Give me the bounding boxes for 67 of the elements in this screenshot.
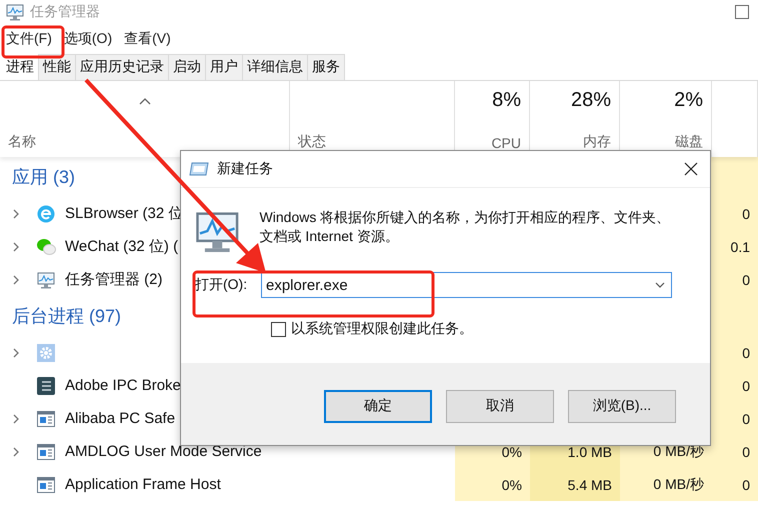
usage-percent: 2% [674,89,703,112]
chevron-down-icon[interactable] [655,280,665,290]
column-header[interactable]: 状态 [298,133,326,151]
chevron-right-icon[interactable] [11,414,21,424]
menu-item[interactable]: 查看(V) [124,30,171,48]
process-name: 任务管理器 (2) [65,270,162,289]
window-app-icon [37,476,55,492]
table-cell [712,157,758,197]
chevron-right-icon[interactable] [11,208,21,218]
tab[interactable]: 启动 [168,54,206,80]
sort-caret-icon[interactable] [138,97,150,105]
table-cell: 0% [455,468,530,501]
menu-item[interactable]: 选项(O) [64,30,112,48]
process-name: Application Frame Host [65,476,221,493]
column-header[interactable]: 内存 [583,133,611,151]
tab[interactable]: 用户 [205,54,243,80]
table-cell: 0 [712,369,758,402]
gear-icon [37,344,55,362]
open-label: 打开(O): [195,276,248,294]
tab[interactable]: 应用历史记录 [75,54,169,80]
highlight-frame [2,26,64,58]
process-name: Alibaba PC Safe [65,410,176,427]
group-heading: 后台进程 (97) [11,305,122,328]
close-icon[interactable] [684,162,698,176]
stacked-pages-icon [37,376,55,394]
table-cell: 0 MB/秒 [620,468,712,501]
table-cell: 0 [712,197,758,230]
window-title: 任务管理器 [30,3,100,21]
column-header[interactable]: 磁盘 [675,133,703,151]
checkbox-label: 以系统管理权限创建此任务。 [291,320,473,338]
process-name: Adobe IPC Broke [65,377,181,394]
run-window-icon [189,161,209,177]
table-cell: 0.1 [712,230,758,263]
table-cell: 0 [712,336,758,369]
menu-item[interactable]: 文件(F) [6,30,52,48]
column-header[interactable]: CPU [491,135,521,151]
dialog-button[interactable]: 确定 [324,390,432,422]
checkbox[interactable] [271,322,286,336]
chevron-right-icon[interactable] [11,242,21,252]
dialog-message: Windows 将根据你所键入的名称，为你打开相应的程序、文件夹、文档或 Internet 资源。 [260,208,672,246]
process-name: WeChat (32 位) ( [65,237,178,256]
chevron-right-icon[interactable] [11,348,21,358]
usage-percent: 8% [492,89,521,112]
window-app-icon [37,444,55,460]
dialog-button[interactable]: 浏览(B)... [568,390,676,422]
group-heading: 应用 (3) [11,166,75,189]
column-header[interactable]: 名称 [8,133,36,151]
usage-percent: 28% [570,89,611,112]
chevron-right-icon[interactable] [11,446,21,456]
task-manager-icon [6,3,24,21]
table-cell: 0 [712,402,758,435]
window-app-icon [37,410,55,426]
tab[interactable]: 服务 [307,54,345,80]
tab[interactable]: 详细信息 [242,54,308,80]
dialog-button[interactable]: 取消 [446,390,554,422]
open-combobox[interactable]: explorer.exe [261,272,672,298]
process-name: AMDLOG User Mode Service [65,443,262,460]
table-cell: 0 [712,468,758,501]
browser-e-icon [37,204,55,222]
maximize-icon[interactable] [735,5,749,19]
table-cell: 5.4 MB [530,468,620,501]
chevron-right-icon[interactable] [11,274,21,284]
dialog-title: 新建任务 [217,160,274,178]
monitor-chart-icon [37,270,55,288]
table-cell: 0 [712,263,758,296]
table-cell: 0 [712,435,758,468]
chat-bubbles-icon [36,238,56,256]
